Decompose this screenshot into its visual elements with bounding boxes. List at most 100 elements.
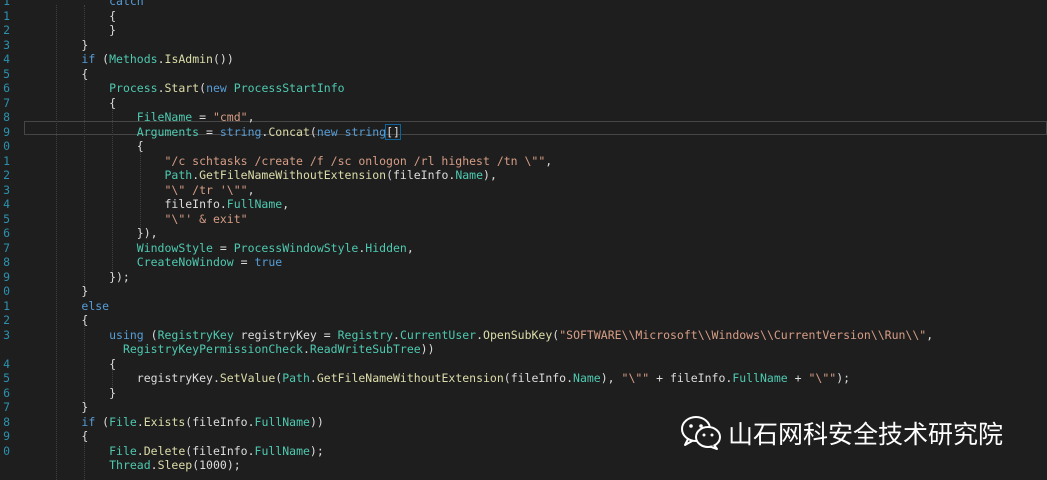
code-token: (fileInfo. [386,168,456,182]
code-token: } [26,385,117,400]
code-token: } [26,23,117,37]
code-token: CurrentUser [399,327,477,342]
code-token: "\"' & exit" [164,211,248,226]
code-token: RegistryKeyPermissionCheck [122,342,303,356]
code-token: ), [483,168,497,182]
code-token: WindowStyle [136,240,213,255]
code-token: = [199,124,220,139]
code-token: RegistryKey [157,327,234,342]
code-token: registryKey. [136,371,220,385]
code-token: File [109,414,137,429]
code-token: . [302,342,310,356]
code-token: = [212,240,234,255]
code-token: (fileInfo. [185,443,255,458]
code-token: "SOFTWARE\\Microsoft\\Windows\\CurrentVe… [559,327,927,342]
code-token: "\"" [808,371,837,385]
code-token: ( [143,327,158,342]
code-token: using [109,327,144,342]
code-token: , [247,182,255,197]
code-token: ); [836,371,851,385]
code-token: { [26,429,89,443]
code-token: = [192,110,213,124]
code-token: new [316,124,338,139]
code-token: Hidden [365,240,407,255]
code-token: { [26,95,117,110]
code-token: . [476,327,484,342]
code-token: FullName [254,443,310,458]
code-text: registryKey.SetValue(Path.GetFileNameWit… [26,370,850,386]
code-token: + [787,371,809,385]
code-token: Name [455,168,484,182]
code-token: Thread [109,458,151,472]
code-token: "\"" [621,371,650,385]
code-token: } [26,400,89,414]
code-token: Methods [109,52,158,66]
code-token: Exists [143,414,186,429]
code-text: Thread.Sleep(1000); [26,457,241,473]
code-token: FileName [136,110,193,124]
code-token: OpenSubKey [483,327,553,342]
code-token: ( [309,124,317,139]
code-token: ); [309,443,324,458]
code-token: string [344,124,387,139]
code-token: ), [600,371,622,385]
code-token: FullName [732,371,788,385]
code-token: }); [26,269,130,284]
code-token: [] [385,123,401,140]
code-token: = [233,255,255,269]
code-token: fileInfo. [164,197,227,211]
code-token: Path [282,371,310,385]
code-token: )) [309,414,324,429]
code-token: if [81,52,96,66]
code-token: , [406,240,414,255]
code-token: . [136,443,144,458]
code-token: FullName [254,414,310,429]
line-number: 0 [3,443,10,458]
watermark: 山石网科安全技术研究院 [680,413,1003,453]
code-token: . [393,327,400,342]
code-token: GetFileNameWithoutExtension [199,168,387,182]
code-token: ProcessStartInfo [233,81,345,95]
code-token: File [109,443,137,458]
code-token: ReadWriteSubTree [309,342,421,356]
code-editor[interactable]: 1 catch 1 {2 } 3 } 4 if (Methods.IsAdmin())… [0,0,1047,480]
code-token: IsAdmin [164,52,213,66]
code-token: "\" /tr '\"" [164,182,248,197]
code-token: registryKey = [233,327,338,342]
code-token: Process [109,81,158,95]
code-token: + fileInfo. [649,371,733,385]
code-token: string [219,124,262,139]
code-token: Name [573,371,601,385]
code-token: { [26,356,117,371]
code-token: Concat [268,124,310,139]
code-token: CreateNoWindow [136,255,234,269]
code-token: . [157,52,165,66]
code-token: "cmd" [212,110,248,124]
code-token: . [136,414,144,429]
code-token: Registry [337,327,393,342]
code-token: . [309,371,317,385]
code-token: GetFileNameWithoutExtension [316,371,504,385]
code-token: Sleep [157,458,193,472]
code-token: Arguments [136,124,200,139]
code-token: . [150,458,158,472]
code-token: SetValue [219,371,276,385]
code-token: ( [95,414,110,429]
